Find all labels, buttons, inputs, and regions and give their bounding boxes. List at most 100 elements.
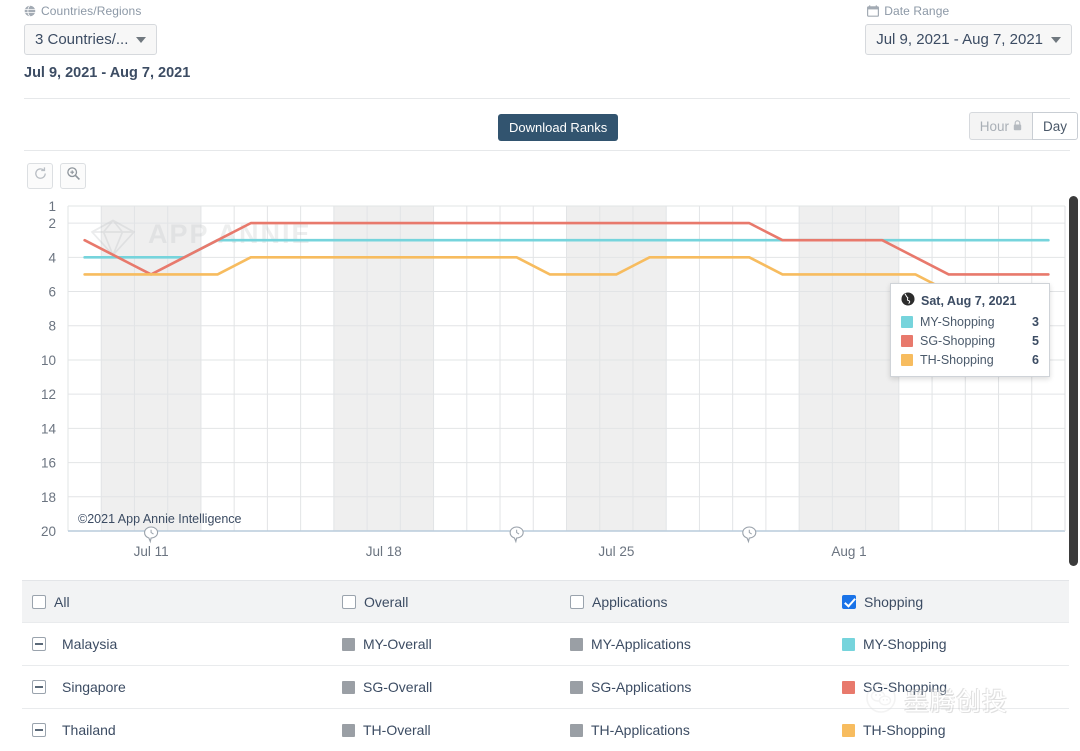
legend-header-overall-label: Overall — [364, 594, 408, 610]
date-range-dropdown[interactable]: Jul 9, 2021 - Aug 7, 2021 — [865, 24, 1072, 55]
legend-header-overall[interactable]: Overall — [332, 594, 560, 610]
x-axis-tick-label: Aug 1 — [831, 544, 866, 559]
date-range-filter-label: Date Range — [867, 4, 1072, 18]
legend-header-row: All Overall Applications Shopping — [22, 581, 1069, 623]
series-swatch — [570, 638, 583, 651]
legend-series-label: TH-Shopping — [863, 722, 946, 738]
tooltip-series-value: 6 — [1032, 353, 1039, 367]
series-swatch — [570, 724, 583, 737]
date-range-filter[interactable]: Date Range Jul 9, 2021 - Aug 7, 2021 — [865, 4, 1072, 55]
legend-row: Thailand TH-Overall TH-Applications TH-Shop… — [22, 709, 1069, 751]
countries-filter[interactable]: Countries/Regions 3 Countries/... — [24, 4, 157, 55]
legend-row: Singapore SG-Overall SG-Applications SG-Sho… — [22, 666, 1069, 709]
legend-series-cell[interactable]: MY-Overall — [332, 636, 560, 652]
tooltip-rows: MY-Shopping3SG-Shopping5TH-Shopping6 — [901, 315, 1039, 367]
checkbox-country[interactable] — [32, 680, 46, 694]
y-axis-tick-label: 8 — [48, 319, 56, 334]
legend-header-all[interactable]: All — [22, 594, 332, 610]
chevron-down-icon — [1051, 37, 1061, 43]
x-axis-tick-label: Jul 18 — [366, 544, 402, 559]
date-range-filter-label-text: Date Range — [884, 4, 949, 18]
legend-header-shopping-label: Shopping — [864, 594, 923, 610]
weekend-band — [101, 206, 201, 531]
series-legend-table: All Overall Applications Shopping Malays… — [22, 580, 1069, 751]
countries-dropdown[interactable]: 3 Countries/... — [24, 24, 157, 55]
y-axis-tick-label: 10 — [41, 353, 56, 368]
x-axis-tick-label: Jul 11 — [134, 544, 169, 559]
checkbox-all[interactable] — [32, 595, 46, 609]
date-range-dropdown-value: Jul 9, 2021 - Aug 7, 2021 — [876, 31, 1043, 48]
checkbox-applications[interactable] — [570, 595, 584, 609]
granularity-hour-button[interactable]: Hour — [969, 112, 1032, 140]
divider-top — [24, 98, 1070, 99]
legend-series-label: SG-Shopping — [863, 679, 947, 695]
y-axis-tick-label: 20 — [41, 524, 56, 539]
chart-toolbar — [27, 163, 86, 189]
event-pin-icon[interactable] — [743, 527, 756, 542]
tooltip-date: Sat, Aug 7, 2021 — [921, 294, 1016, 308]
legend-series-cell[interactable]: SG-Overall — [332, 679, 560, 695]
tooltip-row: TH-Shopping 6 — [901, 353, 1039, 367]
legend-series-label: MY-Shopping — [863, 636, 947, 652]
y-axis-tick-label: 16 — [41, 456, 56, 471]
tooltip-series-value: 3 — [1032, 315, 1039, 329]
granularity-hour-label: Hour — [980, 119, 1009, 134]
legend-series-cell[interactable]: TH-Applications — [560, 722, 832, 738]
checkbox-country[interactable] — [32, 637, 46, 651]
legend-series-cell[interactable]: TH-Shopping — [832, 722, 1069, 738]
y-axis-tick-label: 14 — [41, 421, 57, 436]
legend-country-cell[interactable]: Malaysia — [22, 636, 332, 652]
y-axis-tick-label: 2 — [48, 216, 56, 231]
tooltip-series-name: MY-Shopping — [920, 315, 1025, 329]
legend-series-cell[interactable]: MY-Shopping — [832, 636, 1069, 652]
legend-body: MalaysiaMY-OverallMY-Applications MY-Shop… — [22, 623, 1069, 751]
chart-copyright: ©2021 App Annie Intelligence — [78, 512, 242, 526]
series-swatch — [842, 638, 855, 651]
chart-tooltip: Sat, Aug 7, 2021 MY-Shopping3SG-Shopping… — [890, 283, 1050, 377]
lock-icon — [1013, 119, 1022, 134]
chart-zoom-button[interactable] — [60, 163, 86, 189]
globe-icon — [24, 5, 36, 17]
y-axis-tick-label: 18 — [41, 490, 56, 505]
series-swatch — [570, 681, 583, 694]
calendar-icon — [867, 5, 879, 17]
event-pin-shape — [743, 527, 756, 542]
event-pin-icon[interactable] — [510, 527, 523, 542]
event-pin-icon[interactable] — [145, 527, 158, 542]
page-title: Jul 9, 2021 - Aug 7, 2021 — [24, 65, 190, 81]
globe-icon — [901, 292, 915, 309]
legend-series-label: SG-Overall — [363, 679, 432, 695]
series-swatch — [342, 638, 355, 651]
series-swatch — [901, 335, 913, 347]
legend-country-label: Thailand — [62, 722, 116, 738]
legend-header-shopping[interactable]: Shopping — [832, 594, 1069, 610]
tooltip-row: MY-Shopping 3 — [901, 315, 1039, 329]
rank-history-chart[interactable]: 12468101214161820APP ANNIE©2021 App Anni… — [0, 196, 1080, 571]
legend-series-cell[interactable]: SG-Shopping — [832, 679, 1069, 695]
legend-series-cell[interactable]: MY-Applications — [560, 636, 832, 652]
checkbox-shopping[interactable] — [842, 595, 856, 609]
chevron-down-icon — [136, 37, 146, 43]
legend-country-label: Singapore — [62, 679, 126, 695]
weekend-band — [334, 206, 434, 531]
granularity-toggle[interactable]: Hour Day — [969, 112, 1078, 140]
granularity-day-button[interactable]: Day — [1032, 112, 1078, 140]
x-axis-tick-label: Jul 25 — [598, 544, 634, 559]
legend-series-cell[interactable]: TH-Overall — [332, 722, 560, 738]
vertical-scrollbar[interactable] — [1069, 196, 1078, 566]
legend-country-cell[interactable]: Singapore — [22, 679, 332, 695]
checkbox-country[interactable] — [32, 723, 46, 737]
y-axis-tick-label: 1 — [48, 199, 56, 214]
legend-series-cell[interactable]: SG-Applications — [560, 679, 832, 695]
checkbox-overall[interactable] — [342, 595, 356, 609]
tooltip-series-name: TH-Shopping — [920, 353, 1025, 367]
weekend-band — [799, 206, 899, 531]
legend-header-applications[interactable]: Applications — [560, 594, 832, 610]
event-pin-shape — [510, 527, 523, 542]
legend-series-label: TH-Overall — [363, 722, 431, 738]
reset-icon — [33, 166, 48, 186]
zoom-in-icon — [66, 166, 81, 186]
download-ranks-button[interactable]: Download Ranks — [498, 114, 618, 141]
legend-country-cell[interactable]: Thailand — [22, 722, 332, 738]
chart-reset-button[interactable] — [27, 163, 53, 189]
